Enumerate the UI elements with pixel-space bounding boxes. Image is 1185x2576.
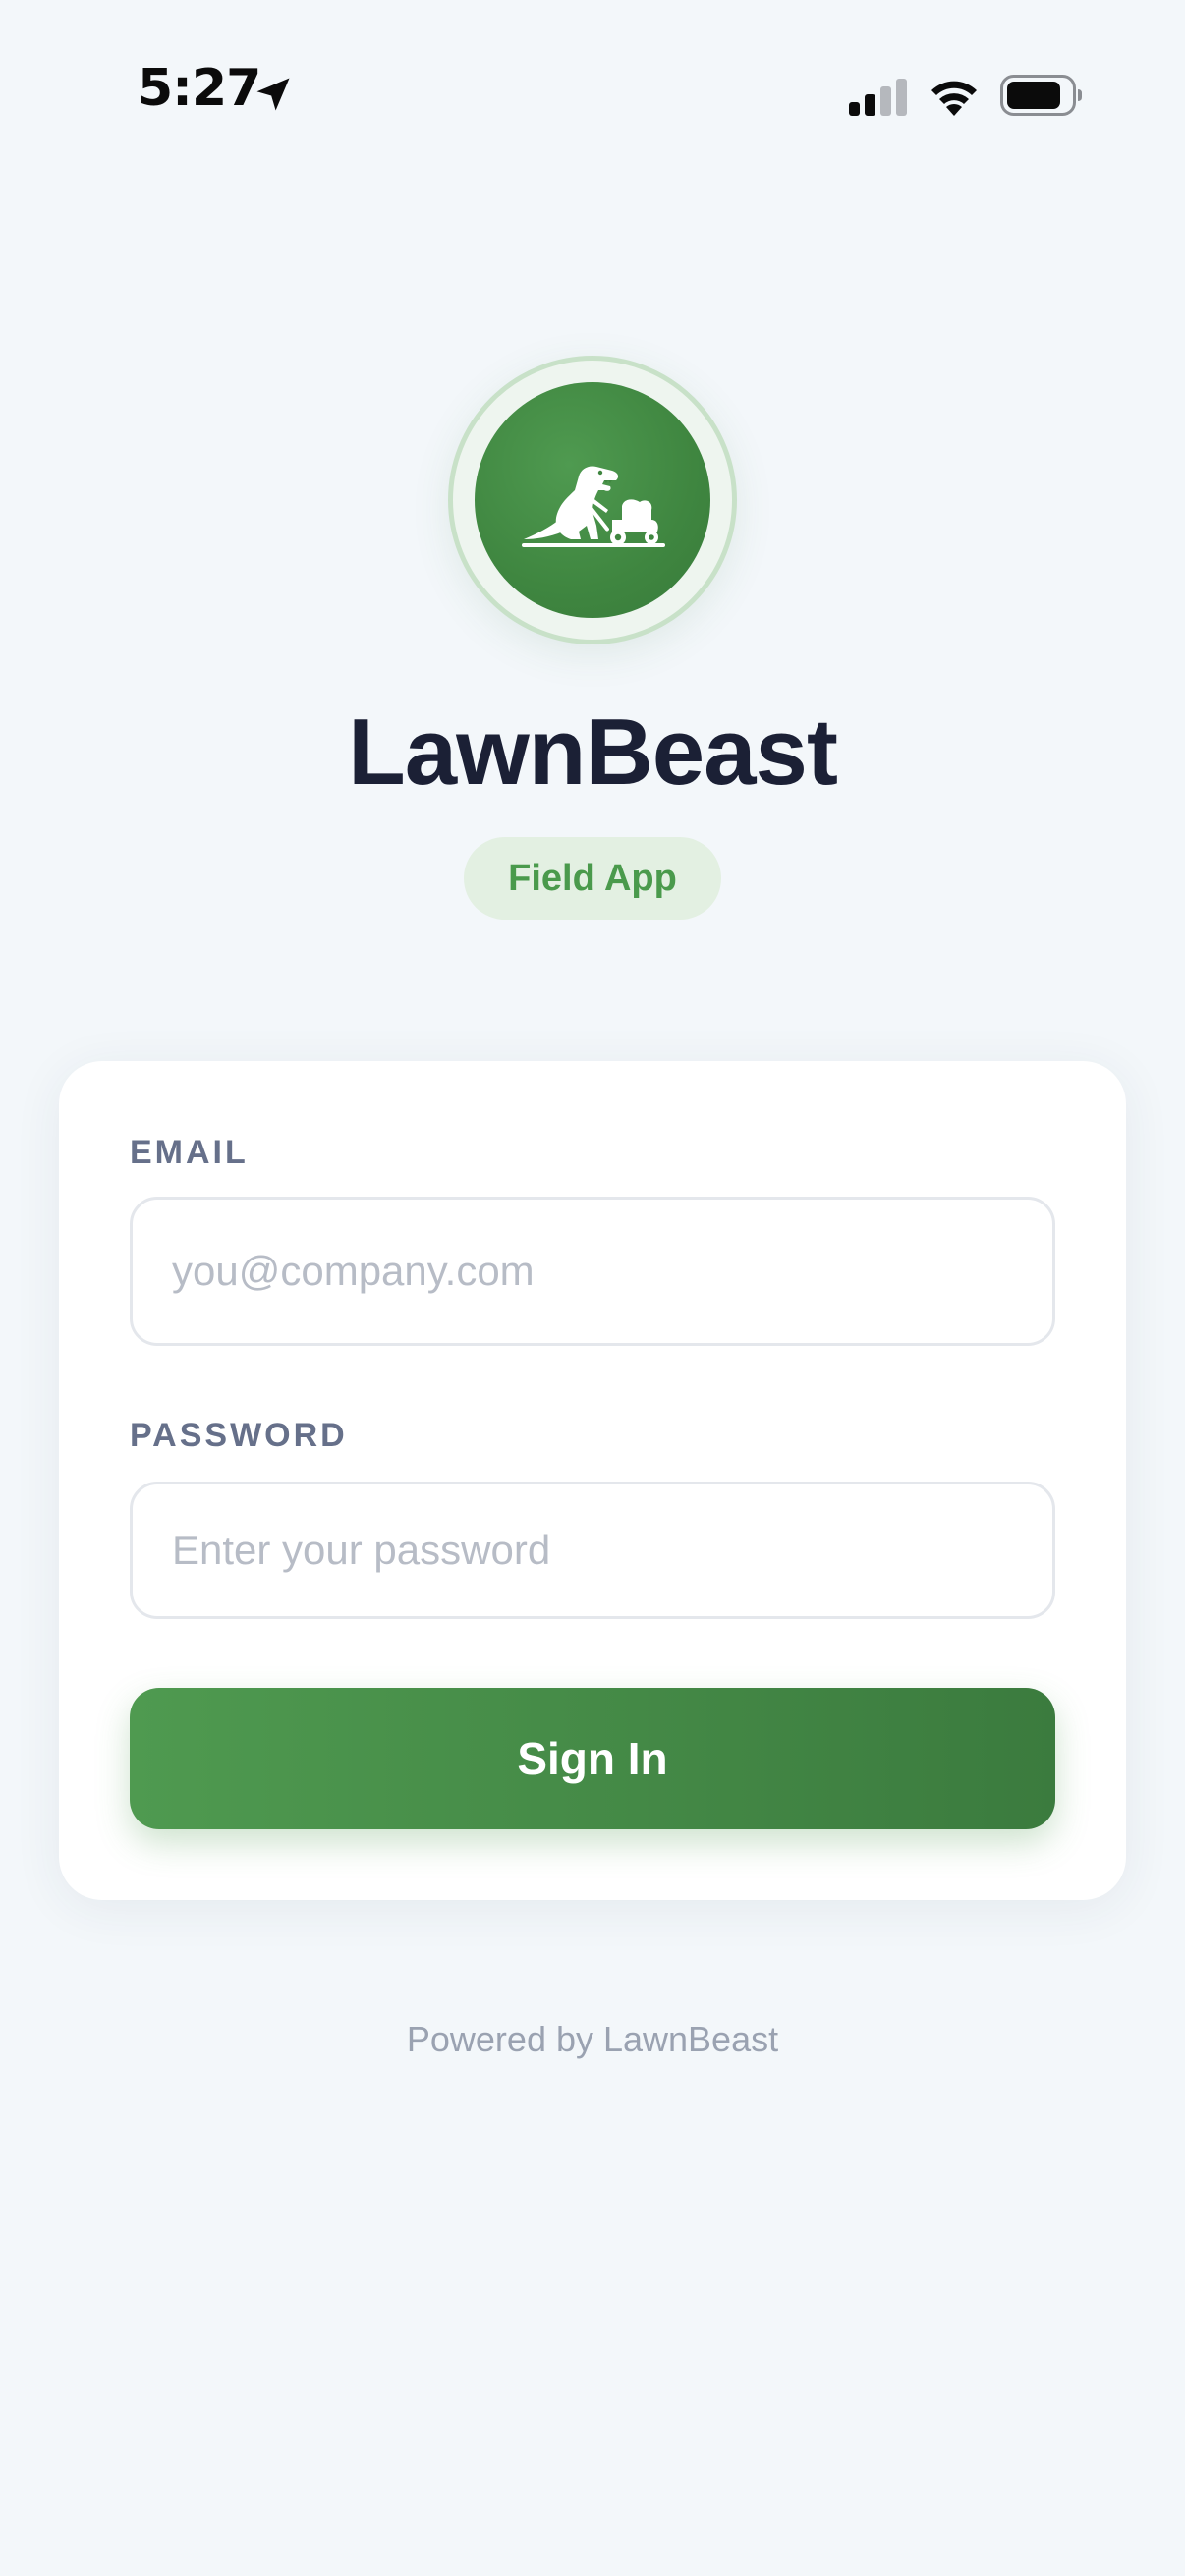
login-card: EMAIL PASSWORD Sign In (59, 1061, 1126, 1900)
status-bar: 5:27 (0, 0, 1185, 187)
location-arrow-icon (256, 78, 290, 111)
app-badge: Field App (464, 837, 721, 920)
cellular-signal-icon (849, 79, 907, 116)
battery-icon (1000, 75, 1082, 116)
wifi-icon (931, 81, 977, 116)
password-input[interactable] (130, 1482, 1055, 1619)
email-input[interactable] (130, 1197, 1055, 1346)
password-label: PASSWORD (130, 1417, 348, 1454)
status-time: 5:27 (138, 59, 261, 118)
app-title: LawnBeast (348, 700, 838, 805)
dinosaur-lawnmower-icon (522, 466, 665, 547)
sign-in-button[interactable]: Sign In (130, 1688, 1055, 1829)
powered-by-footer: Powered by LawnBeast (406, 2019, 779, 2059)
email-label: EMAIL (130, 1134, 249, 1171)
app-logo (475, 382, 710, 618)
